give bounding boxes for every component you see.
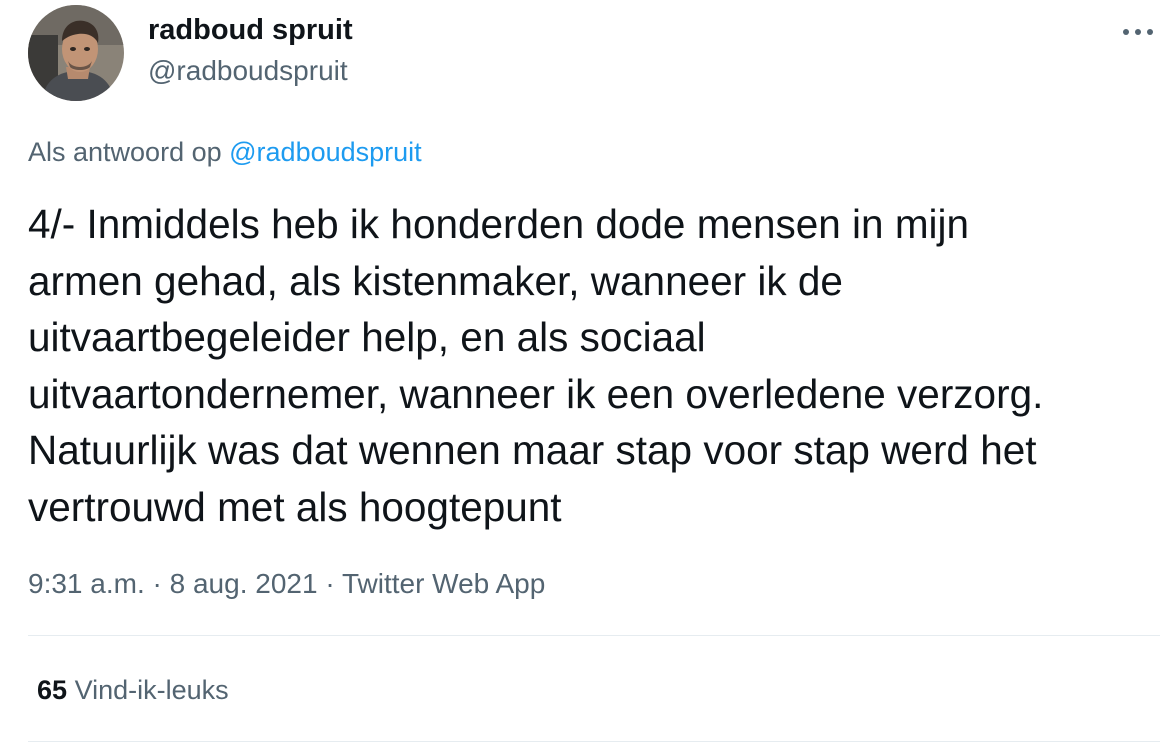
meta-separator: · (144, 568, 170, 599)
user-avatar-icon (28, 5, 124, 101)
tweet-date[interactable]: 8 aug. 2021 (170, 568, 318, 599)
divider (28, 635, 1160, 636)
likes-label: Vind-ik-leuks (74, 675, 229, 705)
tweet-meta: 9:31 a.m. · 8 aug. 2021 · Twitter Web Ap… (28, 568, 545, 600)
reply-prefix: Als antwoord op (28, 137, 222, 167)
author-display-name[interactable]: radboud spruit (148, 14, 353, 47)
tweet-source[interactable]: Twitter Web App (342, 568, 545, 599)
author-handle[interactable]: @radboudspruit (148, 55, 348, 87)
meta-separator: · (317, 568, 342, 599)
tweet-text: 4/- Inmiddels heb ik honderden dode mens… (28, 201, 1044, 530)
likes-stat[interactable]: 65 Vind-ik-leuks (37, 675, 229, 706)
tweet-container: radboud spruit @radboudspruit Als antwoo… (0, 0, 1166, 752)
tweet-time[interactable]: 9:31 a.m. (28, 568, 145, 599)
more-horizontal-icon[interactable] (1118, 22, 1158, 42)
reply-mention-link[interactable]: @radboudspruit (229, 137, 422, 167)
avatar[interactable] (28, 5, 124, 101)
reply-context: Als antwoord op @radboudspruit (28, 137, 422, 168)
divider (28, 741, 1160, 742)
likes-count: 65 (37, 675, 68, 705)
